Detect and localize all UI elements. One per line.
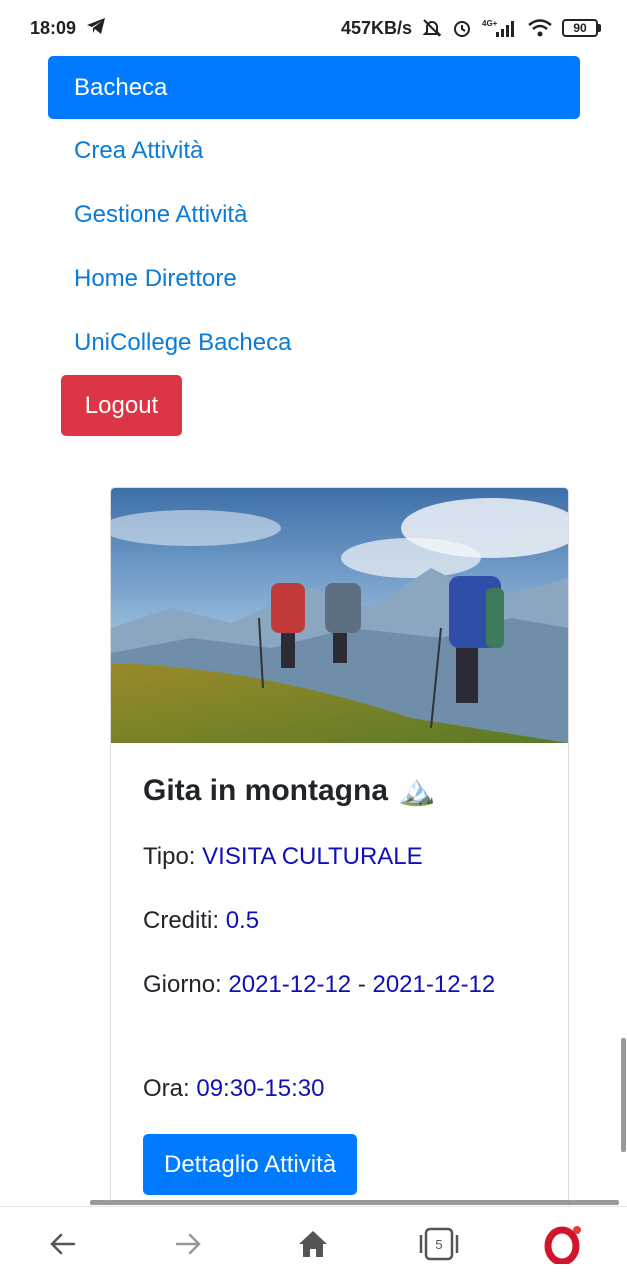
telegram-icon xyxy=(86,17,106,40)
screen: 18:09 457KB/s 4G+ 90 Bacheca Crea Attivi… xyxy=(0,0,627,1280)
opera-icon[interactable] xyxy=(534,1214,594,1274)
giorno-start: 2021-12-12 xyxy=(228,971,352,998)
tipo-value: VISITA CULTURALE xyxy=(202,843,423,870)
horizontal-scrollbar[interactable] xyxy=(90,1200,619,1205)
battery-level: 90 xyxy=(562,19,598,37)
back-icon[interactable] xyxy=(33,1214,93,1274)
field-giorno: Giorno: 2021-12-12 - 2021-12-12 xyxy=(143,970,536,1000)
battery-icon: 90 xyxy=(562,19,601,37)
battery-tip xyxy=(598,24,601,32)
tipo-label: Tipo: xyxy=(143,843,196,870)
activity-image xyxy=(111,488,568,743)
status-left: 18:09 xyxy=(30,17,106,40)
nav-item-unicollege-bacheca[interactable]: UniCollege Bacheca xyxy=(48,311,580,375)
card-title: Gita in montagna 🏔️ xyxy=(143,773,536,808)
field-tipo: Tipo: VISITA CULTURALE xyxy=(143,842,536,872)
ora-label: Ora: xyxy=(143,1075,190,1102)
nav-item-bacheca[interactable]: Bacheca xyxy=(48,56,580,119)
dettaglio-attivita-button[interactable]: Dettaglio Attività xyxy=(143,1134,358,1195)
ora-value: 09:30-15:30 xyxy=(196,1075,325,1102)
nav-item-home-direttore[interactable]: Home Direttore xyxy=(48,247,580,311)
status-bar: 18:09 457KB/s 4G+ 90 xyxy=(0,0,627,56)
card-body: Gita in montagna 🏔️ Tipo: VISITA CULTURA… xyxy=(111,743,568,1195)
nav-item-gestione-attivita[interactable]: Gestione Attività xyxy=(48,183,580,247)
forward-icon[interactable] xyxy=(158,1214,218,1274)
giorno-separator: - xyxy=(357,971,366,998)
giorno-label: Giorno: xyxy=(143,971,222,998)
browser-bottom-bar: 5 xyxy=(0,1206,627,1280)
wifi-icon xyxy=(528,19,552,37)
signal-icon: 4G+ xyxy=(482,18,518,38)
tabs-icon[interactable]: 5 xyxy=(409,1214,469,1274)
activity-card: Gita in montagna 🏔️ Tipo: VISITA CULTURA… xyxy=(110,487,569,1247)
giorno-end: 2021-12-12 xyxy=(372,971,496,998)
crediti-value: 0.5 xyxy=(225,907,260,934)
status-time: 18:09 xyxy=(30,17,77,38)
crediti-label: Crediti: xyxy=(143,907,220,934)
card-title-text: Gita in montagna xyxy=(143,773,389,807)
home-icon[interactable] xyxy=(283,1214,343,1274)
network-speed: 457KB/s xyxy=(340,17,412,38)
nav-item-crea-attivita[interactable]: Crea Attività xyxy=(48,119,580,183)
field-ora: Ora: 09:30-15:30 xyxy=(143,1074,536,1104)
main-nav: Bacheca Crea Attività Gestione Attività … xyxy=(48,56,580,375)
mountain-icon: 🏔️ xyxy=(398,774,436,807)
logout-button[interactable]: Logout xyxy=(61,375,182,436)
field-crediti: Crediti: 0.5 xyxy=(143,906,536,936)
vertical-scrollbar[interactable] xyxy=(621,1038,626,1152)
alarm-icon xyxy=(452,18,472,38)
mute-icon xyxy=(422,18,442,38)
tabs-count: 5 xyxy=(435,1237,442,1252)
status-right: 457KB/s 4G+ 90 xyxy=(341,18,601,39)
svg-text:4G+: 4G+ xyxy=(482,19,498,28)
